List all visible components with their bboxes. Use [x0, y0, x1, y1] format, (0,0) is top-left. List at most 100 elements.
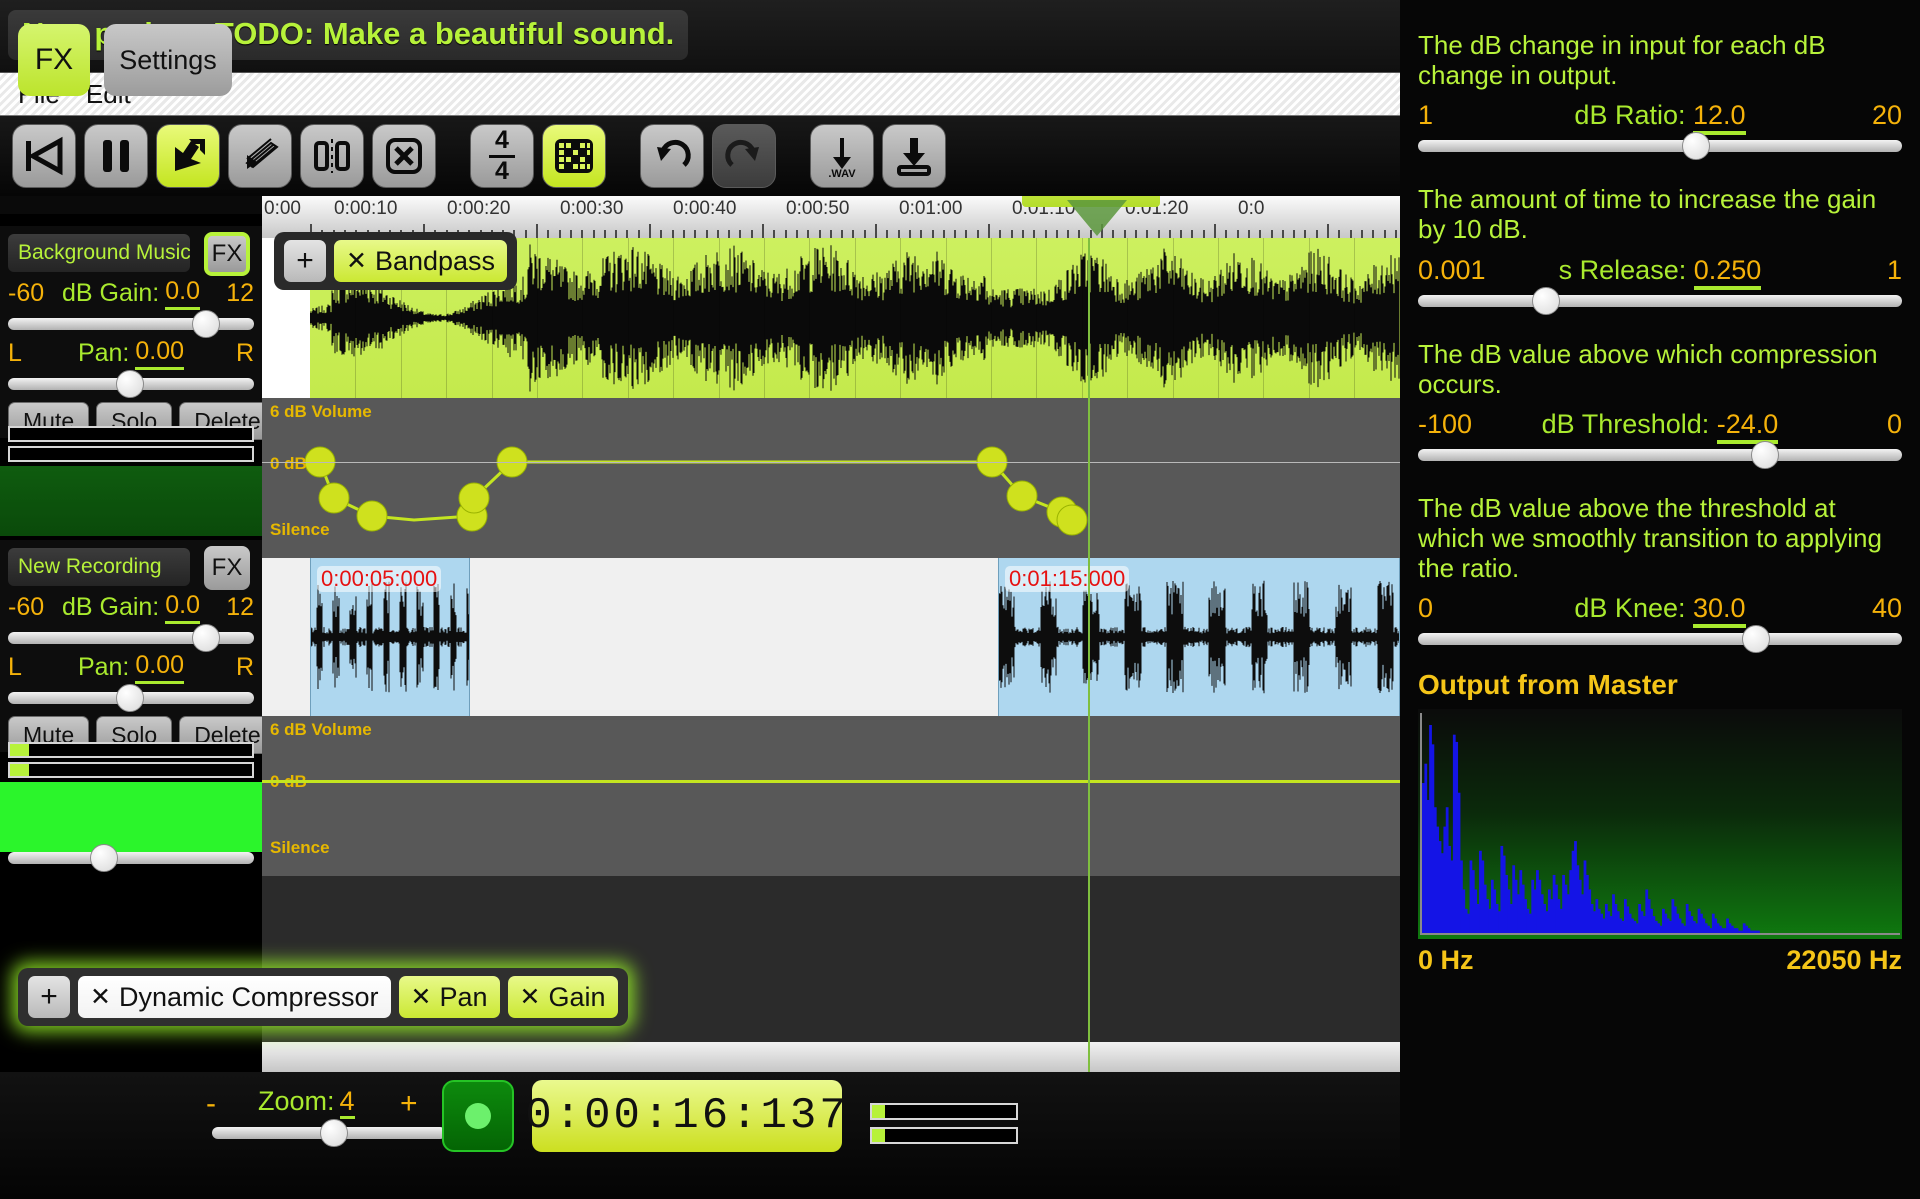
master-output-title: Output from Master [1418, 669, 1678, 701]
fx-pill-pan[interactable]: ✕ Pan [398, 976, 500, 1018]
param-slider-ratio[interactable] [1418, 132, 1902, 161]
audio-clip-1[interactable]: 0:00:05:000 [310, 558, 470, 716]
track-scroll-knob[interactable] [90, 844, 118, 872]
gain-slider-knob[interactable] [192, 310, 220, 338]
gain-slider[interactable] [8, 624, 254, 652]
save-button[interactable] [882, 124, 946, 188]
main-editor-region: New project. TODO: Make a beautiful soun… [0, 0, 1400, 1199]
rewind-to-start-button[interactable] [12, 124, 76, 188]
record-dot-icon [465, 1103, 491, 1129]
horizontal-scroll-strip[interactable] [262, 1042, 1400, 1072]
gain-label: dB Gain: [61, 278, 160, 307]
record-button[interactable] [442, 1080, 514, 1152]
time-signature-numerator: 4 [495, 125, 509, 154]
timeline-editor[interactable]: 0:00 0:00:10 0:00:20 0:00:30 0:00:40 0:0… [262, 196, 1400, 1072]
select-tool-button[interactable] [156, 124, 220, 188]
duplicate-button[interactable] [228, 124, 292, 188]
fx-remove-icon[interactable]: ✕ [346, 246, 367, 276]
track-meter-left [8, 426, 254, 442]
time-signature-button[interactable]: 4 4 [470, 124, 534, 188]
settings-button[interactable]: Settings [104, 24, 232, 96]
undo-icon [657, 139, 691, 167]
track-name-field[interactable]: Background Music [8, 234, 190, 272]
envelope-bottom-label: Silence [270, 520, 330, 539]
param-knob-release[interactable] [1532, 286, 1560, 315]
gain-slider-knob[interactable] [192, 624, 220, 652]
clip-time-label: 0:00:05:000 [317, 566, 442, 592]
export-wav-button[interactable]: .WAV [810, 124, 874, 188]
pan-value-row: Pan: 0.00 [0, 337, 262, 370]
split-clip-button[interactable] [300, 124, 364, 188]
gain-slider[interactable] [8, 310, 254, 338]
fx-pill-dynamic-compressor[interactable]: ✕ Dynamic Compressor [78, 976, 391, 1018]
pan-slider[interactable] [8, 684, 254, 712]
fx-pill-bandpass[interactable]: ✕ Bandpass [334, 240, 508, 282]
fx-add-button[interactable]: + [284, 240, 326, 282]
fx-add-button[interactable]: + [28, 976, 70, 1018]
layers-icon [245, 138, 279, 169]
pan-slider[interactable] [8, 370, 254, 398]
redo-button[interactable] [712, 124, 776, 188]
pan-value: 0.00 [135, 651, 185, 684]
split-clip-icon [314, 139, 350, 173]
param-value-ratio: 12.0 [1693, 100, 1746, 136]
fx-pill-label: Bandpass [374, 245, 496, 276]
param-label-knee: dB Knee: 30.0 [1418, 593, 1902, 629]
toolbar: 4 4 .WAV [0, 116, 1400, 196]
clip-time-label: 0:01:15:000 [1005, 566, 1130, 592]
fx-chain-track1[interactable]: + ✕ Bandpass [274, 232, 518, 290]
pan-slider-knob[interactable] [116, 684, 144, 712]
param-slider-threshold[interactable] [1418, 440, 1902, 469]
grid-icon [555, 139, 593, 173]
track-fx-button[interactable]: FX [204, 232, 250, 276]
snap-grid-button[interactable] [542, 124, 606, 188]
fx-remove-icon[interactable]: ✕ [90, 982, 111, 1012]
ruler-label: 0:00:30 [560, 198, 624, 219]
gain-label: dB Gain: [61, 592, 160, 621]
undo-button[interactable] [640, 124, 704, 188]
envelope-top-label: 6 dB Volume [270, 720, 372, 739]
volume-envelope-lane-track1[interactable]: 6 dB Volume 0 dB Silence [262, 398, 1400, 558]
zoom-slider[interactable] [212, 1119, 446, 1147]
param-row-knee: 0 dB Knee: 30.0 40 [1418, 593, 1902, 654]
param-knob-ratio[interactable] [1681, 132, 1710, 161]
fx-remove-icon[interactable]: ✕ [411, 982, 432, 1012]
track-fx-button[interactable]: FX [204, 546, 250, 590]
gain-value: 0.0 [165, 277, 201, 310]
ruler-label: 0:00 [264, 198, 301, 219]
param-label-release: s Release: 0.250 [1418, 254, 1902, 290]
track-scroll-slider[interactable] [8, 844, 254, 872]
param-knob-threshold[interactable] [1750, 440, 1779, 469]
delete-button[interactable] [372, 124, 436, 188]
volume-envelope-lane-track2[interactable]: 6 dB Volume 0 dB Silence [262, 716, 1400, 876]
pan-slider-knob[interactable] [116, 370, 144, 398]
param-max-release: 1 [1886, 254, 1902, 285]
playhead-marker-icon[interactable] [1067, 200, 1127, 236]
param-slider-knee[interactable] [1418, 625, 1902, 654]
save-download-icon [897, 138, 931, 176]
track-name-row: New Recording FX [8, 546, 256, 590]
time-signature-icon: 4 4 [489, 125, 515, 184]
zoom-in-button[interactable]: + [400, 1087, 418, 1121]
playhead-line [1088, 238, 1090, 1072]
track-name-field[interactable]: New Recording [8, 548, 190, 586]
fx-remove-icon[interactable]: ✕ [520, 982, 541, 1012]
audio-clip-2[interactable]: 0:01:15:000 [998, 558, 1400, 716]
zoom-slider-knob[interactable] [320, 1119, 348, 1147]
audio-editor-app: New project. TODO: Make a beautiful soun… [0, 0, 1920, 1199]
waveform-lane-track2[interactable]: 0:00:05:000 0:01:15:000 [262, 558, 1400, 716]
fx-chain-track2[interactable]: + ✕ Dynamic Compressor ✕ Pan ✕ Gain [18, 968, 628, 1026]
pan-value-row: Pan: 0.00 [0, 651, 262, 684]
param-slider-release[interactable] [1418, 286, 1902, 315]
fx-pill-gain[interactable]: ✕ Gain [507, 976, 618, 1018]
pause-button[interactable] [84, 124, 148, 188]
zoom-out-button[interactable]: - [206, 1087, 216, 1121]
envelope-graphic[interactable] [262, 398, 1400, 558]
pan-value: 0.00 [135, 337, 185, 370]
pan-label: Pan: [77, 338, 130, 367]
envelope-line[interactable] [262, 780, 1400, 783]
global-fx-button[interactable]: FX [18, 24, 90, 96]
arrow-cursor-icon [175, 139, 205, 171]
param-knob-knee[interactable] [1741, 625, 1770, 654]
time-display[interactable]: 0:00:16:137 [525, 1080, 846, 1152]
